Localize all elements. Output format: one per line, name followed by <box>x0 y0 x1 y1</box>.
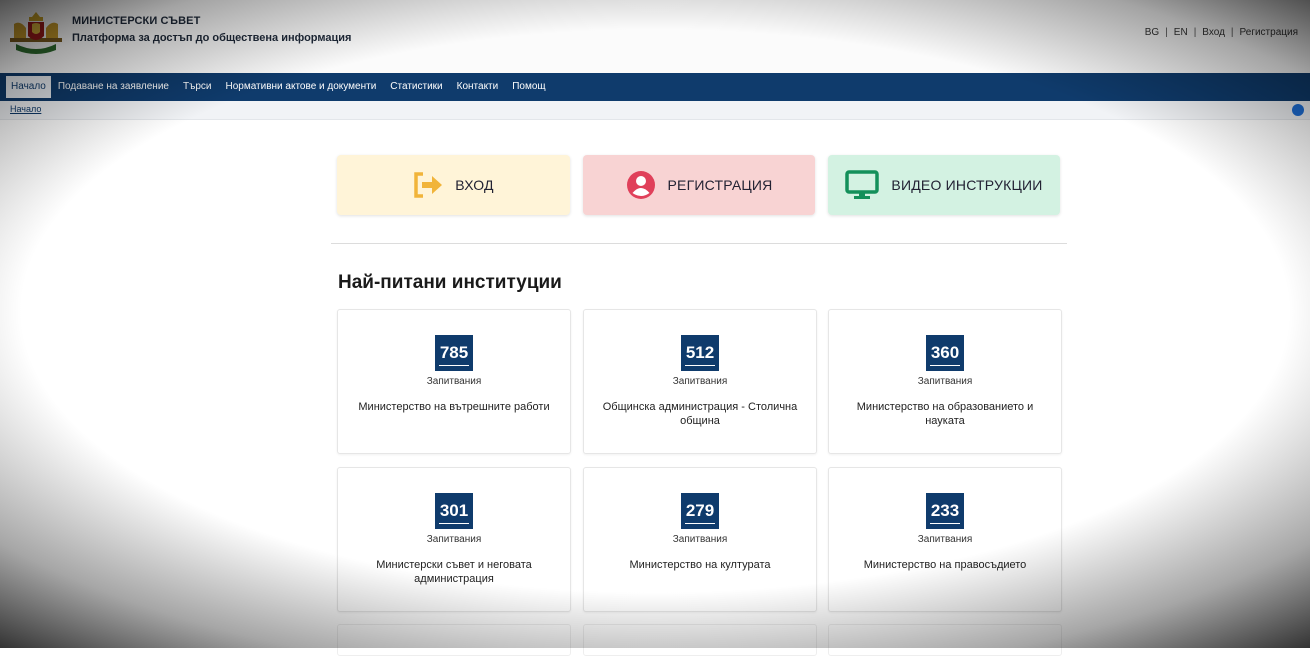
institution-card[interactable]: 360 Запитвания Министерство на образован… <box>828 309 1062 454</box>
header-links: BG | EN | Вход | Регистрация <box>1145 27 1298 38</box>
video-instructions-button[interactable]: ВИДЕО ИНСТРУКЦИИ <box>828 155 1060 215</box>
institution-card-partial[interactable] <box>828 624 1062 656</box>
institution-name: Министерство на правосъдието <box>863 559 1027 571</box>
request-unit-label: Запитвания <box>672 534 728 545</box>
nav-statistics[interactable]: Статистики <box>383 73 449 101</box>
separator: | <box>1165 27 1168 38</box>
breadcrumb-home[interactable]: Начало <box>10 104 41 114</box>
lang-en-link[interactable]: EN <box>1174 27 1188 38</box>
login-action-button[interactable]: ВХОД <box>337 155 570 215</box>
register-action-button[interactable]: РЕГИСТРАЦИЯ <box>583 155 815 215</box>
request-count-badge: 279 <box>681 493 719 529</box>
video-instructions-label: ВИДЕО ИНСТРУКЦИИ <box>891 177 1043 193</box>
request-count-badge: 233 <box>926 493 964 529</box>
nav-home[interactable]: Начало <box>6 76 51 98</box>
login-action-label: ВХОД <box>455 177 494 193</box>
request-unit-label: Запитвания <box>426 534 482 545</box>
platform-name: Платформа за достъп до обществена информ… <box>72 32 352 44</box>
nav-contacts[interactable]: Контакти <box>450 73 506 101</box>
request-unit-label: Запитвания <box>672 376 728 387</box>
sign-in-icon <box>414 172 443 198</box>
request-count-badge: 360 <box>926 335 964 371</box>
lang-bg-link[interactable]: BG <box>1145 27 1159 38</box>
monitor-icon <box>845 170 880 199</box>
institution-card-partial[interactable] <box>583 624 817 656</box>
separator: | <box>1230 27 1234 38</box>
nav-search[interactable]: Търси <box>176 73 219 101</box>
main-nav: Начало Подаване на заявление Търси Норма… <box>0 73 1310 101</box>
nav-help[interactable]: Помощ <box>505 73 552 101</box>
login-link[interactable]: Вход <box>1202 27 1225 38</box>
request-count-badge: 301 <box>435 493 473 529</box>
site-header: МИНИСТЕРСКИ СЪВЕТ Платформа за достъп до… <box>0 0 1310 73</box>
register-link[interactable]: Регистрация <box>1240 27 1298 38</box>
institution-name: Министерски съвет и неговата администрац… <box>376 559 532 585</box>
institution-card-partial[interactable] <box>337 624 571 656</box>
institution-name: Министерство на вътрешните работи <box>358 401 550 413</box>
institution-card[interactable]: 233 Запитвания Министерство на правосъди… <box>828 467 1062 612</box>
institution-name: Министерство на културата <box>629 559 771 571</box>
help-icon[interactable] <box>1292 104 1304 116</box>
separator: | <box>1193 27 1197 38</box>
section-divider <box>331 243 1067 244</box>
nav-submit-request[interactable]: Подаване на заявление <box>51 73 176 101</box>
institution-card[interactable]: 512 Запитвания Общинска администрация - … <box>583 309 817 454</box>
user-circle-icon <box>626 171 655 199</box>
register-action-label: РЕГИСТРАЦИЯ <box>667 177 773 193</box>
institution-card[interactable]: 279 Запитвания Министерство на културата <box>583 467 817 612</box>
request-unit-label: Запитвания <box>426 376 482 387</box>
institution-card[interactable]: 785 Запитвания Министерство на вътрешнит… <box>337 309 571 454</box>
request-unit-label: Запитвания <box>917 534 973 545</box>
request-count-badge: 785 <box>435 335 473 371</box>
breadcrumb: Начало <box>0 101 1310 120</box>
org-name: МИНИСТЕРСКИ СЪВЕТ <box>72 15 201 27</box>
institution-name: Министерство на образованието и науката <box>856 401 1034 427</box>
request-count-badge: 512 <box>681 335 719 371</box>
section-title: Най-питани институции <box>338 272 562 293</box>
institution-card[interactable]: 301 Запитвания Министерски съвет и негов… <box>337 467 571 612</box>
institution-name: Общинска администрация - Столична община <box>602 401 798 427</box>
request-unit-label: Запитвания <box>917 376 973 387</box>
nav-normative-acts[interactable]: Нормативни актове и документи <box>218 73 383 101</box>
coat-of-arms-logo[interactable] <box>8 8 64 60</box>
